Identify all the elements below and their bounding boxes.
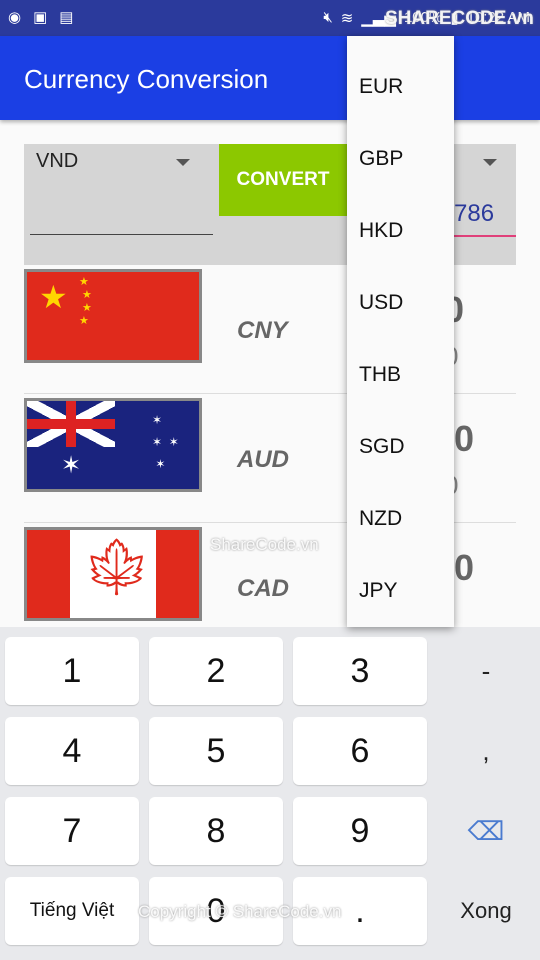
china-flag-icon: ★ ★ ★ ★ ★ — [24, 269, 202, 363]
mute-icon: 🔇︎ — [323, 9, 333, 26]
dropdown-option-gbp[interactable]: GBP — [347, 108, 454, 180]
keyboard-icon: ▤ — [59, 9, 74, 26]
spinner-underline — [30, 234, 213, 235]
dropdown-option-hkd[interactable]: HKD — [347, 180, 454, 252]
dropdown-option-thb[interactable]: THB — [347, 324, 454, 396]
messenger-icon: ◉ — [8, 9, 22, 26]
currency-list[interactable]: ★★ ★ ★★ CNY 0 0 ✶✶✶ ✶ ✶ AUD .0 0 🍁︎ CAD … — [0, 265, 540, 627]
dropdown-option-jpy[interactable]: JPY — [347, 540, 454, 612]
watermark: ShareCode.vn — [210, 535, 319, 554]
sharecode-logo: SHARECODE.vn — [385, 8, 534, 29]
currency-dropdown-menu[interactable]: EUR GBP HKD USD THB SGD NZD JPY — [347, 36, 454, 627]
dropdown-option-sgd[interactable]: SGD — [347, 396, 454, 468]
amount-underline — [454, 235, 516, 237]
amount-input[interactable]: 786 — [454, 200, 494, 228]
key-8[interactable]: 8 — [149, 797, 283, 865]
from-currency-value: VND — [36, 150, 79, 172]
dropdown-option-eur[interactable]: EUR — [347, 36, 454, 108]
key-7[interactable]: 7 — [5, 797, 139, 865]
dropdown-option-usd[interactable]: USD — [347, 252, 454, 324]
currency-code: CAD — [237, 575, 289, 602]
canada-flag-icon: 🍁︎ — [24, 527, 202, 621]
language-key[interactable]: Tiếng Việt — [5, 877, 139, 945]
image-icon: ▣ — [33, 9, 48, 26]
key-4[interactable]: 4 — [5, 717, 139, 785]
key-2[interactable]: 2 — [149, 637, 283, 705]
currency-code: CNY — [237, 317, 288, 344]
australia-flag-icon: ✶ ✶ ✶ ✶ ✶ — [24, 398, 202, 492]
key-6[interactable]: 6 — [293, 717, 427, 785]
to-currency-arrow-icon[interactable] — [483, 159, 497, 166]
key-1[interactable]: 1 — [5, 637, 139, 705]
app-bar: Currency Conversion — [0, 36, 540, 120]
dropdown-option-nzd[interactable]: NZD — [347, 468, 454, 540]
key-5[interactable]: 5 — [149, 717, 283, 785]
done-key[interactable]: Xong — [437, 877, 535, 945]
dropdown-arrow-icon — [176, 159, 190, 166]
convert-button[interactable]: CONVERT — [219, 144, 347, 216]
key-comma[interactable]: , — [437, 717, 535, 785]
currency-code: AUD — [237, 446, 289, 473]
copyright-watermark: Copyright © ShareCode.vn — [138, 902, 342, 921]
key-9[interactable]: 9 — [293, 797, 427, 865]
backspace-icon[interactable]: ⌫ — [437, 797, 535, 865]
wifi-icon: ≋ — [340, 10, 354, 27]
from-currency-spinner[interactable]: VND — [24, 144, 219, 244]
key-3[interactable]: 3 — [293, 637, 427, 705]
key-minus[interactable]: - — [437, 637, 535, 705]
page-title: Currency Conversion — [24, 64, 269, 94]
